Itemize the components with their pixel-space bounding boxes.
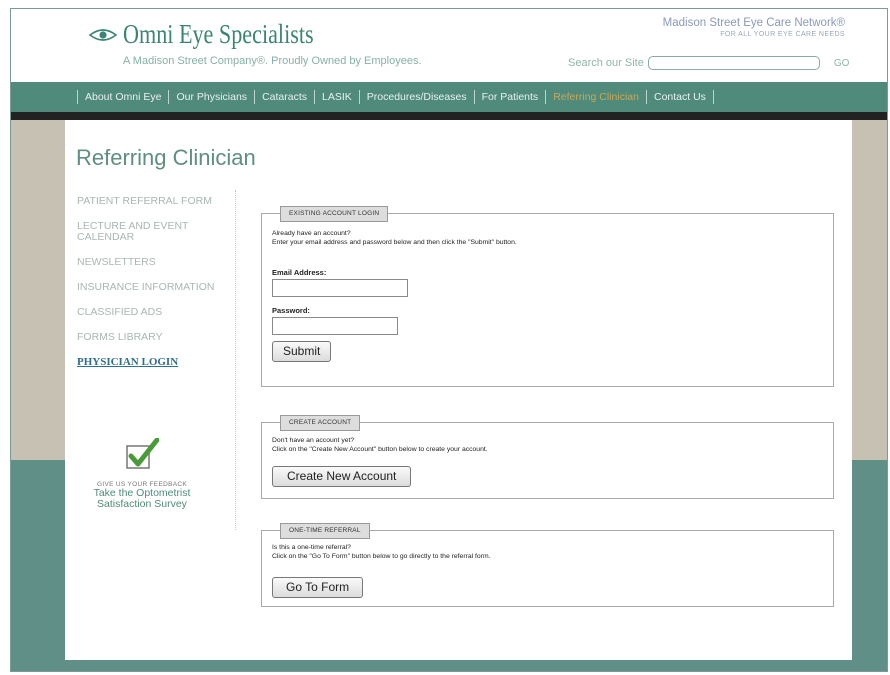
referral-section: ONE-TIME REFERRAL Is this a one-time ref… <box>261 523 834 607</box>
site-logo[interactable]: Omni Eye Specialists <box>89 19 355 50</box>
sidebar-item-forms-library[interactable]: FORMS LIBRARY <box>77 332 237 343</box>
nav-item-patients[interactable]: For Patients <box>475 91 546 103</box>
go-to-form-button[interactable]: Go To Form <box>272 577 364 598</box>
logo-text: Omni Eye Specialists <box>123 19 314 49</box>
nav-item-physicians[interactable]: Our Physicians <box>169 91 254 103</box>
email-label: Email Address: <box>272 268 327 277</box>
sidebar-item-physician-login[interactable]: PHYSICIAN LOGIN <box>77 357 237 368</box>
login-instructions: Enter your email address and password be… <box>272 239 517 246</box>
page-title: Referring Clinician <box>76 145 256 170</box>
network-link[interactable]: Madison Street Eye Care Network® <box>663 17 845 29</box>
feedback-box[interactable]: GIVE US YOUR FEEDBACK Take the Optometri… <box>77 437 207 510</box>
password-label: Password: <box>272 306 310 315</box>
nav-items: About Omni Eye Our Physicians Cataracts … <box>77 90 714 104</box>
nav-item-contact[interactable]: Contact Us <box>647 91 713 103</box>
sidebar-item-insurance[interactable]: INSURANCE INFORMATION <box>77 282 237 293</box>
submit-button[interactable]: Submit <box>272 341 332 362</box>
page-frame: Omni Eye Specialists A Madison Street Co… <box>10 8 888 672</box>
sidebar-item-newsletters[interactable]: NEWSLETTERS <box>77 257 237 268</box>
password-field[interactable] <box>272 317 398 335</box>
eye-logo-icon <box>89 28 117 41</box>
create-instructions: Click on the "Create New Account" button… <box>272 446 488 453</box>
nav-item-procedures[interactable]: Procedures/Diseases <box>360 91 474 103</box>
create-prompt: Don't have an account yet? <box>272 437 355 444</box>
nav-item-about[interactable]: About Omni Eye <box>78 91 168 103</box>
referral-section-label: ONE-TIME REFERRAL <box>280 523 370 539</box>
login-section: EXISTING ACCOUNT LOGIN Already have an a… <box>261 206 834 387</box>
site-header: Omni Eye Specialists A Madison Street Co… <box>11 9 887 82</box>
sidebar-divider <box>235 190 236 530</box>
sidebar: PATIENT REFERRAL FORM LECTURE AND EVENT … <box>77 196 237 382</box>
main-nav: About Omni Eye Our Physicians Cataracts … <box>11 82 887 112</box>
referral-instructions: Click on the "Go To Form" button below t… <box>272 553 491 560</box>
site-search: Search our Site GO <box>568 56 849 70</box>
search-go-button[interactable]: GO <box>834 58 850 69</box>
nav-item-cataracts[interactable]: Cataracts <box>255 91 314 103</box>
content-panel: Referring Clinician PATIENT REFERRAL FOR… <box>65 120 852 660</box>
referral-prompt: Is this a one-time referral? <box>272 544 351 551</box>
search-input[interactable] <box>647 56 820 70</box>
sidebar-item-classified-ads[interactable]: CLASSIFIED ADS <box>77 307 237 318</box>
nav-shadow-bar <box>11 112 887 120</box>
tagline: A Madison Street Company®. Proudly Owned… <box>123 55 422 67</box>
network-subtitle: FOR ALL YOUR EYE CARE NEEDS <box>720 31 845 38</box>
survey-link[interactable]: Take the Optometrist Satisfaction Survey <box>77 488 207 510</box>
search-label: Search our Site <box>568 57 644 69</box>
create-section-label: CREATE ACCOUNT <box>280 415 361 431</box>
nav-item-lasik[interactable]: LASIK <box>315 91 359 103</box>
nav-separator <box>712 90 714 104</box>
email-field[interactable] <box>272 279 408 297</box>
create-account-section: CREATE ACCOUNT Don't have an account yet… <box>261 415 834 499</box>
login-section-label: EXISTING ACCOUNT LOGIN <box>280 206 389 222</box>
sidebar-item-lecture-calendar[interactable]: LECTURE AND EVENT CALENDAR <box>77 221 237 243</box>
login-prompt: Already have an account? <box>272 230 351 237</box>
nav-item-referring-clinician[interactable]: Referring Clinician <box>546 91 646 103</box>
sidebar-item-patient-referral[interactable]: PATIENT REFERRAL FORM <box>77 196 237 207</box>
checkbox-check-icon <box>126 437 160 469</box>
create-account-button[interactable]: Create New Account <box>272 466 412 487</box>
